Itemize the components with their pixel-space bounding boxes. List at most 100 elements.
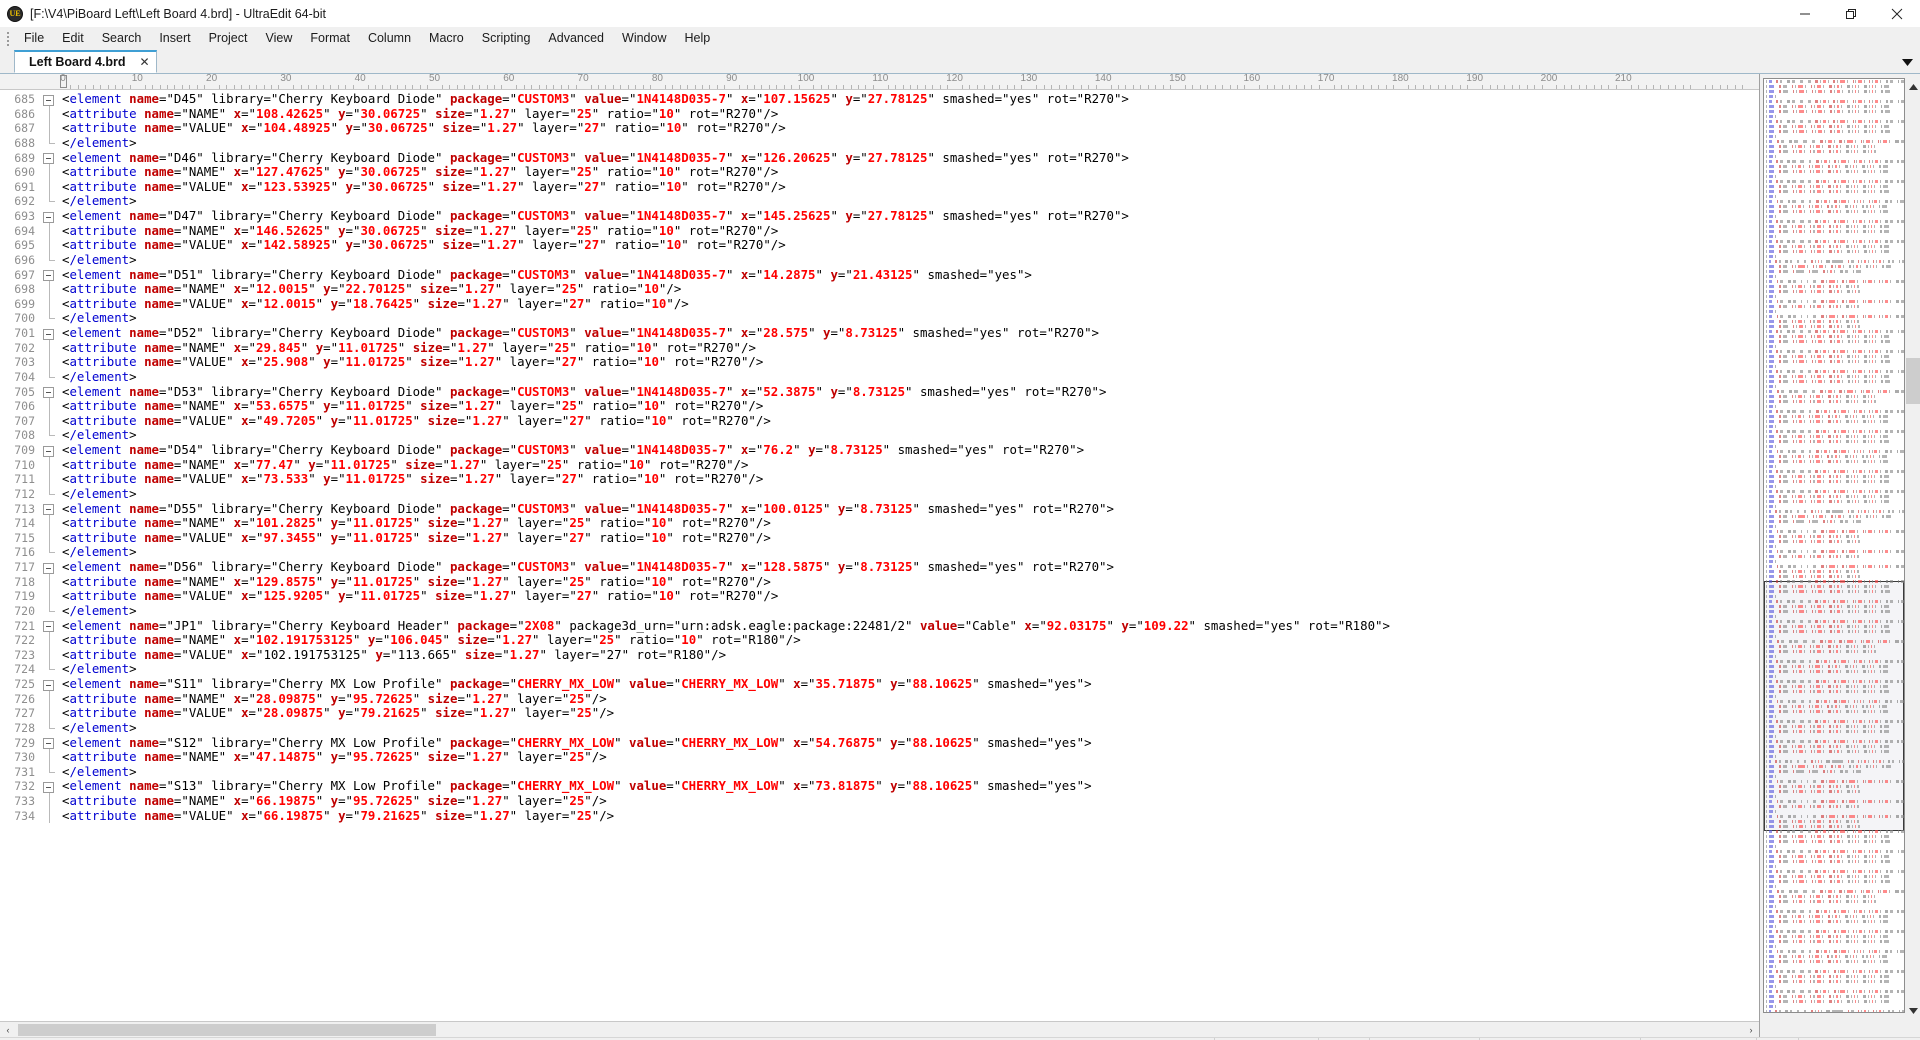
horizontal-scrollbar[interactable]: ‹ › <box>0 1021 1759 1037</box>
fold-collapse-icon[interactable] <box>43 781 54 793</box>
menu-item-scripting[interactable]: Scripting <box>473 28 540 49</box>
scroll-right-icon[interactable]: › <box>1743 1022 1759 1038</box>
code-line[interactable]: <element name="S11" library="Cherry MX L… <box>62 676 1759 692</box>
fold-row[interactable] <box>40 268 58 283</box>
menu-item-help[interactable]: Help <box>675 28 719 49</box>
fold-row[interactable] <box>40 92 58 107</box>
code-line[interactable]: <element name="JP1" library="Cherry Keyb… <box>62 618 1759 634</box>
code-line[interactable]: <attribute name="NAME" x="77.47" y="11.0… <box>62 457 1759 473</box>
code-line[interactable]: <element name="D52" library="Cherry Keyb… <box>62 325 1759 341</box>
fold-collapse-icon[interactable] <box>43 679 54 691</box>
code-line[interactable]: <element name="D53" library="Cherry Keyb… <box>62 384 1759 400</box>
fold-collapse-icon[interactable] <box>43 94 54 106</box>
fold-row[interactable] <box>40 209 58 224</box>
code-line[interactable]: <attribute name="NAME" x="129.8575" y="1… <box>62 574 1759 590</box>
menu-item-file[interactable]: File <box>15 28 53 49</box>
code-fold-column[interactable] <box>40 90 58 1021</box>
fold-collapse-icon[interactable] <box>43 328 54 340</box>
menu-item-project[interactable]: Project <box>200 28 257 49</box>
code-line[interactable]: </element> <box>62 662 1759 677</box>
code-minimap[interactable] <box>1763 78 1905 1013</box>
fold-row[interactable] <box>40 560 58 575</box>
fold-row[interactable] <box>40 779 58 794</box>
code-line[interactable]: <attribute name="VALUE" x="28.09875" y="… <box>62 705 1759 721</box>
code-line[interactable]: </element> <box>62 428 1759 443</box>
code-line[interactable]: <attribute name="VALUE" x="125.9205" y="… <box>62 588 1759 604</box>
fold-collapse-icon[interactable] <box>43 153 54 164</box>
fold-collapse-icon[interactable] <box>43 621 54 632</box>
code-line[interactable]: <attribute name="VALUE" x="123.53925" y=… <box>62 179 1759 195</box>
code-line[interactable]: <attribute name="NAME" x="29.845" y="11.… <box>62 340 1759 356</box>
code-line[interactable]: <attribute name="VALUE" x="97.3455" y="1… <box>62 530 1759 546</box>
menu-item-column[interactable]: Column <box>359 28 420 49</box>
code-line[interactable]: <attribute name="VALUE" x="142.58925" y=… <box>62 237 1759 253</box>
code-line[interactable]: </element> <box>62 603 1759 619</box>
tab-close-icon[interactable]: ✕ <box>140 56 150 68</box>
minimize-icon[interactable] <box>1782 0 1828 27</box>
close-icon[interactable] <box>1874 0 1920 27</box>
fold-row[interactable] <box>40 619 58 634</box>
fold-collapse-icon[interactable] <box>43 270 54 281</box>
code-line[interactable]: <attribute name="NAME" x="66.19875" y="9… <box>62 793 1759 809</box>
menu-grip-icon[interactable] <box>4 30 12 48</box>
tab-left-board-4[interactable]: Left Board 4.brd ✕ <box>14 50 157 73</box>
fold-collapse-icon[interactable] <box>43 504 54 515</box>
code-line[interactable]: </element> <box>62 720 1759 736</box>
hscroll-thumb[interactable] <box>18 1023 436 1036</box>
code-line[interactable]: <attribute name="NAME" x="53.6575" y="11… <box>62 398 1759 414</box>
menu-item-window[interactable]: Window <box>613 28 675 49</box>
code-line[interactable]: <attribute name="VALUE" x="49.7205" y="1… <box>62 413 1759 429</box>
code-line[interactable]: </element> <box>62 486 1759 502</box>
code-line[interactable]: <element name="S12" library="Cherry MX L… <box>62 735 1759 751</box>
code-line[interactable]: <element name="D54" library="Cherry Keyb… <box>62 442 1759 458</box>
fold-collapse-icon[interactable] <box>43 387 54 398</box>
code-line[interactable]: <attribute name="NAME" x="108.42625" y="… <box>62 106 1759 122</box>
fold-row[interactable] <box>40 151 58 166</box>
scroll-left-icon[interactable]: ‹ <box>0 1022 16 1038</box>
fold-collapse-icon[interactable] <box>43 211 54 223</box>
code-line[interactable]: </element> <box>62 764 1759 780</box>
menu-item-format[interactable]: Format <box>301 28 359 49</box>
fold-row[interactable] <box>40 736 58 751</box>
code-line[interactable]: <element name="D55" library="Cherry Keyb… <box>62 501 1759 517</box>
code-line[interactable]: </element> <box>62 369 1759 385</box>
code-line[interactable]: <attribute name="NAME" x="12.0015" y="22… <box>62 281 1759 297</box>
fold-row[interactable] <box>40 443 58 458</box>
code-line[interactable]: <attribute name="VALUE" x="12.0015" y="1… <box>62 296 1759 312</box>
code-line[interactable]: </element> <box>62 311 1759 326</box>
code-line[interactable]: <attribute name="NAME" x="127.47625" y="… <box>62 164 1759 180</box>
code-line[interactable]: <attribute name="NAME" x="101.2825" y="1… <box>62 515 1759 531</box>
menu-item-insert[interactable]: Insert <box>150 28 199 49</box>
code-text-area[interactable]: <element name="D45" library="Cherry Keyb… <box>58 90 1759 1021</box>
menu-item-search[interactable]: Search <box>93 28 151 49</box>
code-line[interactable]: <element name="D46" library="Cherry Keyb… <box>62 150 1759 166</box>
fold-row[interactable] <box>40 502 58 517</box>
editor-viewport[interactable]: 685 686 687 688 689 690 691 692 693 694 695 696 697 6… <box>0 90 1759 1021</box>
code-line[interactable]: <attribute name="NAME" x="146.52625" y="… <box>62 223 1759 239</box>
code-line[interactable]: <element name="D56" library="Cherry Keyb… <box>62 559 1759 575</box>
code-line[interactable]: <attribute name="NAME" x="47.14875" y="9… <box>62 749 1759 765</box>
code-line[interactable]: <attribute name="VALUE" x="66.19875" y="… <box>62 808 1759 824</box>
code-line[interactable]: </element> <box>62 252 1759 268</box>
hscroll-track[interactable] <box>16 1022 1743 1038</box>
fold-row[interactable] <box>40 677 58 692</box>
maximize-icon[interactable] <box>1828 0 1874 27</box>
code-line[interactable]: <attribute name="NAME" x="102.191753125"… <box>62 632 1759 648</box>
fold-collapse-icon[interactable] <box>43 738 54 749</box>
code-line[interactable]: </element> <box>62 135 1759 151</box>
code-line[interactable]: <attribute name="VALUE" x="104.48925" y=… <box>62 120 1759 136</box>
code-line[interactable]: <element name="D45" library="Cherry Keyb… <box>62 91 1759 107</box>
code-line[interactable]: <element name="S13" library="Cherry MX L… <box>62 779 1759 794</box>
code-line[interactable]: </element> <box>62 545 1759 560</box>
menu-item-edit[interactable]: Edit <box>53 28 93 49</box>
code-line[interactable]: </element> <box>62 194 1759 209</box>
code-line[interactable]: <element name="D47" library="Cherry Keyb… <box>62 208 1759 224</box>
chevron-down-icon[interactable] <box>1896 51 1918 73</box>
menu-item-advanced[interactable]: Advanced <box>539 28 613 49</box>
fold-row[interactable] <box>40 385 58 400</box>
menu-item-macro[interactable]: Macro <box>420 28 473 49</box>
code-line[interactable]: <attribute name="VALUE" x="25.908" y="11… <box>62 354 1759 370</box>
code-line[interactable]: <element name="D51" library="Cherry Keyb… <box>62 267 1759 283</box>
fold-collapse-icon[interactable] <box>43 445 54 457</box>
menu-item-view[interactable]: View <box>256 28 301 49</box>
